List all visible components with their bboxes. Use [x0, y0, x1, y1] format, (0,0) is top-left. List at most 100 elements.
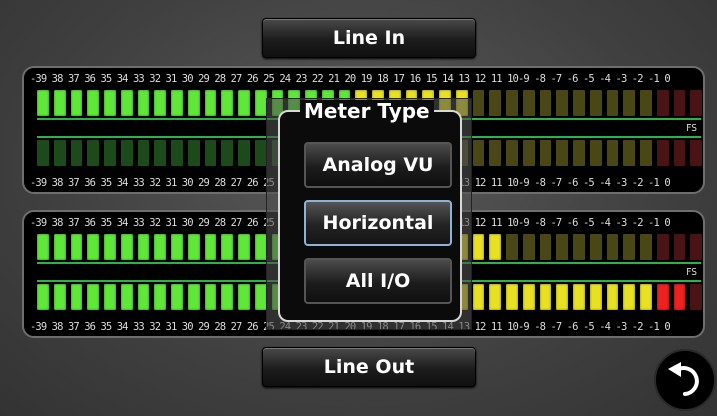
meter-segment	[522, 284, 535, 310]
horizontal-button[interactable]: Horizontal	[304, 200, 452, 246]
meter-segment	[204, 90, 217, 116]
meter-segment	[573, 90, 585, 116]
meter-segment	[87, 140, 99, 166]
meter-segment	[472, 140, 485, 166]
meter-segment	[238, 234, 250, 260]
meter-segment	[690, 234, 702, 260]
meter-segment	[690, 140, 702, 166]
fs-label: FS	[686, 267, 697, 278]
line-in-tab[interactable]: Line In	[262, 18, 476, 58]
meter-segment	[104, 284, 116, 310]
meter-segment	[70, 140, 83, 166]
meter-segment	[472, 284, 485, 310]
meter-segment	[539, 140, 552, 166]
meter-segment	[254, 284, 267, 310]
meter-segment	[656, 234, 669, 260]
meter-segment	[254, 140, 267, 166]
meter-segment	[37, 90, 49, 116]
meter-segment	[673, 234, 686, 260]
meter-segment	[640, 140, 652, 166]
meter-segment	[154, 90, 166, 116]
meter-segment	[221, 90, 233, 116]
meter-scale-top: -39 38 37 36 35 34 33 32 31 30 29 28 27 …	[30, 73, 671, 85]
meter-segment	[120, 90, 133, 116]
return-arrow-icon	[665, 358, 705, 402]
meter-segment	[137, 90, 150, 116]
meter-segment	[656, 90, 669, 116]
meter-segment	[589, 140, 602, 166]
meter-segment	[623, 140, 635, 166]
meter-segment	[37, 234, 49, 260]
meter-segment	[489, 234, 501, 260]
back-button[interactable]	[654, 349, 716, 411]
meter-segment	[238, 140, 250, 166]
meter-segment	[573, 284, 585, 310]
meter-segment	[120, 284, 133, 310]
meter-segment	[539, 284, 552, 310]
meter-segment	[623, 234, 635, 260]
meter-segment	[623, 284, 635, 310]
meter-segment	[87, 90, 99, 116]
meter-segment	[204, 234, 217, 260]
meter-segment	[489, 140, 501, 166]
meter-segment	[573, 140, 585, 166]
meter-segment	[254, 234, 267, 260]
meter-segment	[221, 140, 233, 166]
meter-segment	[573, 234, 585, 260]
meter-segment	[556, 140, 568, 166]
line-out-tab[interactable]: Line Out	[262, 347, 476, 387]
meter-segment	[53, 140, 66, 166]
meter-segment	[472, 90, 485, 116]
meter-segment	[187, 284, 200, 310]
meter-segment	[238, 284, 250, 310]
meter-segment	[656, 284, 669, 310]
meter-segment	[171, 140, 183, 166]
meter-segment	[556, 234, 568, 260]
meter-segment	[187, 90, 200, 116]
meter-segment	[171, 284, 183, 310]
meter-segment	[673, 284, 686, 310]
meter-segment	[640, 234, 652, 260]
meter-segment	[506, 140, 518, 166]
meter-segment	[506, 234, 518, 260]
meter-segment	[623, 90, 635, 116]
meter-segment	[589, 90, 602, 116]
meter-segment	[606, 90, 619, 116]
meter-segment	[70, 90, 83, 116]
meter-segment	[171, 234, 183, 260]
meter-segment	[506, 90, 518, 116]
meter-segment	[104, 234, 116, 260]
meter-segment	[690, 90, 702, 116]
meter-segment	[238, 90, 250, 116]
meter-segment	[187, 234, 200, 260]
meter-segment	[120, 140, 133, 166]
meter-segment	[154, 234, 166, 260]
meter-segment	[221, 284, 233, 310]
meter-segment	[640, 284, 652, 310]
meter-segment	[656, 140, 669, 166]
meter-segment	[53, 284, 66, 310]
meter-segment	[606, 140, 619, 166]
meter-segment	[589, 234, 602, 260]
meter-segment	[53, 90, 66, 116]
meter-segment	[70, 234, 83, 260]
meter-segment	[539, 234, 552, 260]
all-io-button[interactable]: All I/O	[304, 258, 452, 304]
meter-segment	[589, 284, 602, 310]
meter-segment	[87, 234, 99, 260]
meter-segment	[640, 90, 652, 116]
meter-segment	[522, 234, 535, 260]
fs-label: FS	[686, 123, 697, 134]
meter-segment	[556, 284, 568, 310]
meter-segment	[673, 90, 686, 116]
meter-type-frame: Meter Type Analog VU Horizontal All I/O	[278, 100, 462, 322]
meter-segment	[472, 234, 485, 260]
analog-vu-button[interactable]: Analog VU	[304, 142, 452, 188]
meter-segment	[522, 140, 535, 166]
meter-segment	[254, 90, 267, 116]
meter-segment	[539, 90, 552, 116]
meter-segment	[522, 90, 535, 116]
meter-segment	[87, 284, 99, 310]
meter-segment	[606, 234, 619, 260]
meter-segment	[137, 140, 150, 166]
